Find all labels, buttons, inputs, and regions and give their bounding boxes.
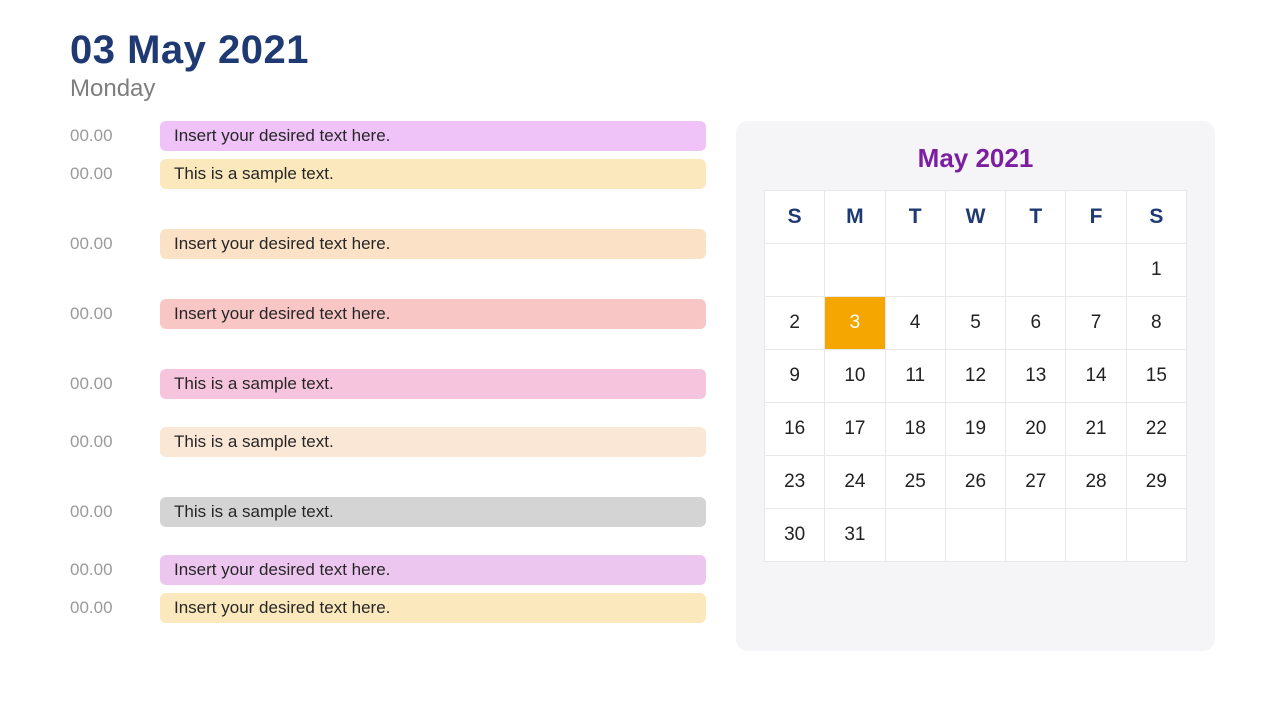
slot-time: 00.00	[70, 164, 160, 184]
calendar-day	[886, 509, 945, 561]
calendar-grid: SMTWTFS123456789101112131415161718192021…	[764, 190, 1187, 562]
calendar-day[interactable]: 29	[1127, 456, 1186, 508]
calendar-dow: M	[825, 191, 884, 243]
slot-time: 00.00	[70, 304, 160, 324]
schedule-slot[interactable]: 00.00Insert your desired text here.	[70, 555, 706, 585]
calendar-day[interactable]: 4	[886, 297, 945, 349]
schedule-slot[interactable]: 00.00Insert your desired text here.	[70, 229, 706, 259]
calendar-day[interactable]: 17	[825, 403, 884, 455]
calendar-day	[886, 244, 945, 296]
calendar-day[interactable]: 16	[765, 403, 824, 455]
calendar-day[interactable]: 10	[825, 350, 884, 402]
slot-time: 00.00	[70, 234, 160, 254]
calendar-day[interactable]: 7	[1066, 297, 1125, 349]
schedule-slot[interactable]: 00.00This is a sample text.	[70, 497, 706, 527]
schedule-slot[interactable]: 00.00Insert your desired text here.	[70, 593, 706, 623]
slot-text[interactable]: Insert your desired text here.	[160, 229, 706, 259]
calendar-day[interactable]: 8	[1127, 297, 1186, 349]
calendar-day	[946, 509, 1005, 561]
slot-text[interactable]: Insert your desired text here.	[160, 299, 706, 329]
schedule-slot[interactable]: 00.00Insert your desired text here.	[70, 299, 706, 329]
slot-text[interactable]: Insert your desired text here.	[160, 555, 706, 585]
calendar-day	[1066, 509, 1125, 561]
calendar-day[interactable]: 13	[1006, 350, 1065, 402]
calendar-day[interactable]: 6	[1006, 297, 1065, 349]
calendar-day[interactable]: 2	[765, 297, 824, 349]
slot-time: 00.00	[70, 432, 160, 452]
slot-text[interactable]: This is a sample text.	[160, 369, 706, 399]
calendar-day[interactable]: 28	[1066, 456, 1125, 508]
schedule-slot[interactable]: 00.00This is a sample text.	[70, 369, 706, 399]
calendar-day[interactable]: 27	[1006, 456, 1065, 508]
slot-time: 00.00	[70, 598, 160, 618]
calendar-day[interactable]: 23	[765, 456, 824, 508]
calendar-day	[1006, 509, 1065, 561]
calendar-day[interactable]: 18	[886, 403, 945, 455]
page-title: 03 May 2021	[70, 28, 1215, 73]
calendar-dow: T	[1006, 191, 1065, 243]
calendar-dow: W	[946, 191, 1005, 243]
calendar-day[interactable]: 30	[765, 509, 824, 561]
slot-time: 00.00	[70, 502, 160, 522]
slot-text[interactable]: Insert your desired text here.	[160, 593, 706, 623]
calendar-day[interactable]: 14	[1066, 350, 1125, 402]
calendar-day[interactable]: 21	[1066, 403, 1125, 455]
calendar-day[interactable]: 24	[825, 456, 884, 508]
calendar-day	[1127, 509, 1186, 561]
calendar-day[interactable]: 9	[765, 350, 824, 402]
calendar-dow: S	[1127, 191, 1186, 243]
calendar-day[interactable]: 3	[825, 297, 884, 349]
calendar-day[interactable]: 19	[946, 403, 1005, 455]
slot-text[interactable]: Insert your desired text here.	[160, 121, 706, 151]
schedule-column: 00.00Insert your desired text here.00.00…	[70, 121, 706, 651]
slot-time: 00.00	[70, 560, 160, 580]
calendar-day	[765, 244, 824, 296]
mini-calendar-panel: May 2021 SMTWTFS123456789101112131415161…	[736, 121, 1215, 651]
calendar-day[interactable]: 25	[886, 456, 945, 508]
calendar-dow: T	[886, 191, 945, 243]
day-of-week: Monday	[70, 75, 1215, 103]
calendar-day[interactable]: 22	[1127, 403, 1186, 455]
slot-text[interactable]: This is a sample text.	[160, 497, 706, 527]
calendar-day[interactable]: 12	[946, 350, 1005, 402]
calendar-day[interactable]: 31	[825, 509, 884, 561]
slot-text[interactable]: This is a sample text.	[160, 159, 706, 189]
calendar-day	[1006, 244, 1065, 296]
calendar-dow: S	[765, 191, 824, 243]
calendar-dow: F	[1066, 191, 1125, 243]
calendar-day	[946, 244, 1005, 296]
calendar-day	[825, 244, 884, 296]
calendar-day[interactable]: 1	[1127, 244, 1186, 296]
date-header: 03 May 2021 Monday	[70, 28, 1215, 103]
calendar-day[interactable]: 15	[1127, 350, 1186, 402]
calendar-day[interactable]: 11	[886, 350, 945, 402]
schedule-slot[interactable]: 00.00Insert your desired text here.	[70, 121, 706, 151]
slot-time: 00.00	[70, 126, 160, 146]
schedule-slot[interactable]: 00.00This is a sample text.	[70, 159, 706, 189]
calendar-day[interactable]: 5	[946, 297, 1005, 349]
slot-text[interactable]: This is a sample text.	[160, 427, 706, 457]
calendar-day	[1066, 244, 1125, 296]
schedule-slot[interactable]: 00.00This is a sample text.	[70, 427, 706, 457]
calendar-title: May 2021	[764, 143, 1187, 174]
calendar-day[interactable]: 26	[946, 456, 1005, 508]
slot-time: 00.00	[70, 374, 160, 394]
calendar-day[interactable]: 20	[1006, 403, 1065, 455]
